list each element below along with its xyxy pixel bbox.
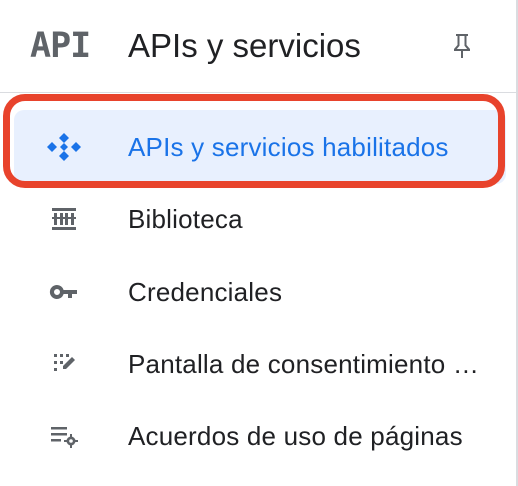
sidebar-item-consent-screen[interactable]: Pantalla de consentimiento de OAuth (0, 331, 516, 397)
sidebar-item-label: Pantalla de consentimiento de OAuth (128, 349, 480, 379)
library-icon (44, 204, 84, 234)
consent-screen-icon (44, 349, 84, 379)
sidebar-item-page-usage-agreements[interactable]: Acuerdos de uso de páginas (0, 403, 516, 469)
sidebar-item-label: Biblioteca (128, 204, 243, 234)
page-title: APIs y servicios (128, 27, 361, 64)
page-usage-agreements-icon (44, 421, 84, 451)
pin-button[interactable] (442, 26, 482, 66)
key-icon (44, 277, 84, 307)
api-logo: API (30, 26, 91, 66)
sidebar-item-enabled-apis[interactable]: APIs y servicios habilitados (0, 110, 516, 184)
sidebar-item-label: Acuerdos de uso de páginas (128, 421, 463, 451)
sidebar-item-credentials[interactable]: Credenciales (0, 259, 516, 325)
sidebar-item-label: Credenciales (128, 277, 283, 307)
sidebar-item-label: APIs y servicios habilitados (128, 132, 449, 162)
pin-icon (454, 34, 470, 58)
sidebar-header: API APIs y servicios (0, 0, 516, 93)
api-services-sidebar: API APIs y servicios APIs y servicios ha… (0, 0, 518, 486)
enabled-apis-icon (44, 132, 84, 162)
sidebar-item-library[interactable]: Biblioteca (0, 186, 516, 252)
